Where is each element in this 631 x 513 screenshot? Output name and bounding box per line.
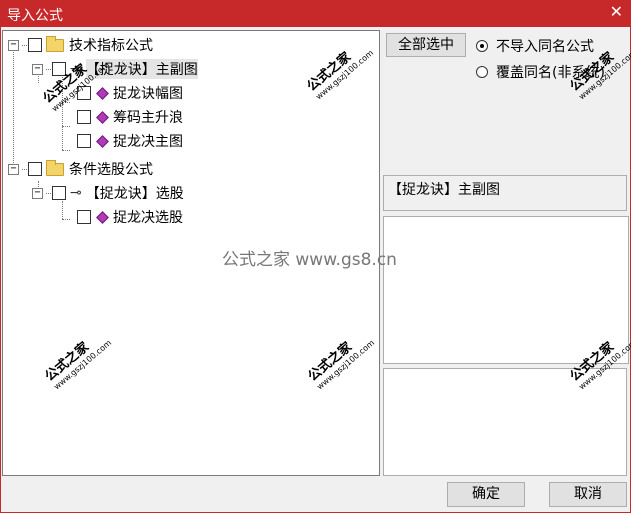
key-icon: ⊸ [70,185,82,201]
radio-button[interactable] [476,40,488,52]
title-bar: 导入公式 ✕ [0,0,631,27]
collapse-icon[interactable]: − [32,63,43,75]
tree-line [62,201,63,219]
close-icon[interactable]: ✕ [610,2,623,21]
selected-formula-info: 【捉龙诀】主副图 [383,175,627,211]
formula-icon [96,210,109,224]
preview-panel[interactable] [383,216,629,364]
formula-icon [96,110,109,124]
tree-line [62,150,70,151]
tree-item[interactable]: 捉龙决主图 [77,131,183,151]
tree-item[interactable]: 捉龙决选股 [77,207,183,227]
checkbox[interactable] [52,186,66,200]
formula-icon [96,86,109,100]
tree-group-indicators[interactable]: − 技术指标公式 [8,35,153,55]
cancel-button[interactable]: 取消 [549,482,627,507]
tree-label[interactable]: 捉龙诀幅图 [113,83,183,103]
formula-icon [96,134,109,148]
tree-label[interactable]: 条件选股公式 [69,159,153,179]
tree-dots [22,44,27,46]
collapse-icon[interactable]: − [8,39,19,51]
radio-button[interactable] [476,66,488,78]
tree-line [62,219,70,220]
checkbox[interactable] [77,210,91,224]
tree-label[interactable]: 技术指标公式 [69,35,153,55]
tree-group-screening[interactable]: − 条件选股公式 [8,159,153,179]
option-no-import-same[interactable]: 不导入同名公式 [476,36,594,56]
center-watermark: 公式之家 www.gs8.cn [222,250,397,270]
tree-item[interactable]: 筹码主升浪 [77,107,183,127]
tree-dots [46,68,51,70]
folder-icon [46,159,64,176]
checkbox[interactable] [77,110,91,124]
checkbox[interactable] [28,162,42,176]
tree-label[interactable]: 捉龙决主图 [113,131,183,151]
tree-label[interactable]: 筹码主升浪 [113,107,183,127]
tree-dots [22,168,27,170]
folder-icon [46,35,64,52]
select-all-button[interactable]: 全部选中 [386,33,466,57]
option-label: 不导入同名公式 [496,39,594,55]
window-title: 导入公式 [7,8,63,24]
checkbox[interactable] [28,38,42,52]
tree-label[interactable]: 捉龙决选股 [113,207,183,227]
tree-sub-screening[interactable]: − ⊸ 【捉龙诀】选股 [32,183,184,203]
collapse-icon[interactable]: − [32,187,43,199]
tree-label[interactable]: 【捉龙诀】选股 [86,183,184,203]
collapse-icon[interactable]: − [8,163,19,175]
tree-line [13,45,14,169]
tree-dots [46,192,51,194]
ok-button[interactable]: 确定 [447,482,525,507]
tree-item[interactable]: 捉龙诀幅图 [77,83,183,103]
tree-line [62,126,70,127]
checkbox[interactable] [77,134,91,148]
